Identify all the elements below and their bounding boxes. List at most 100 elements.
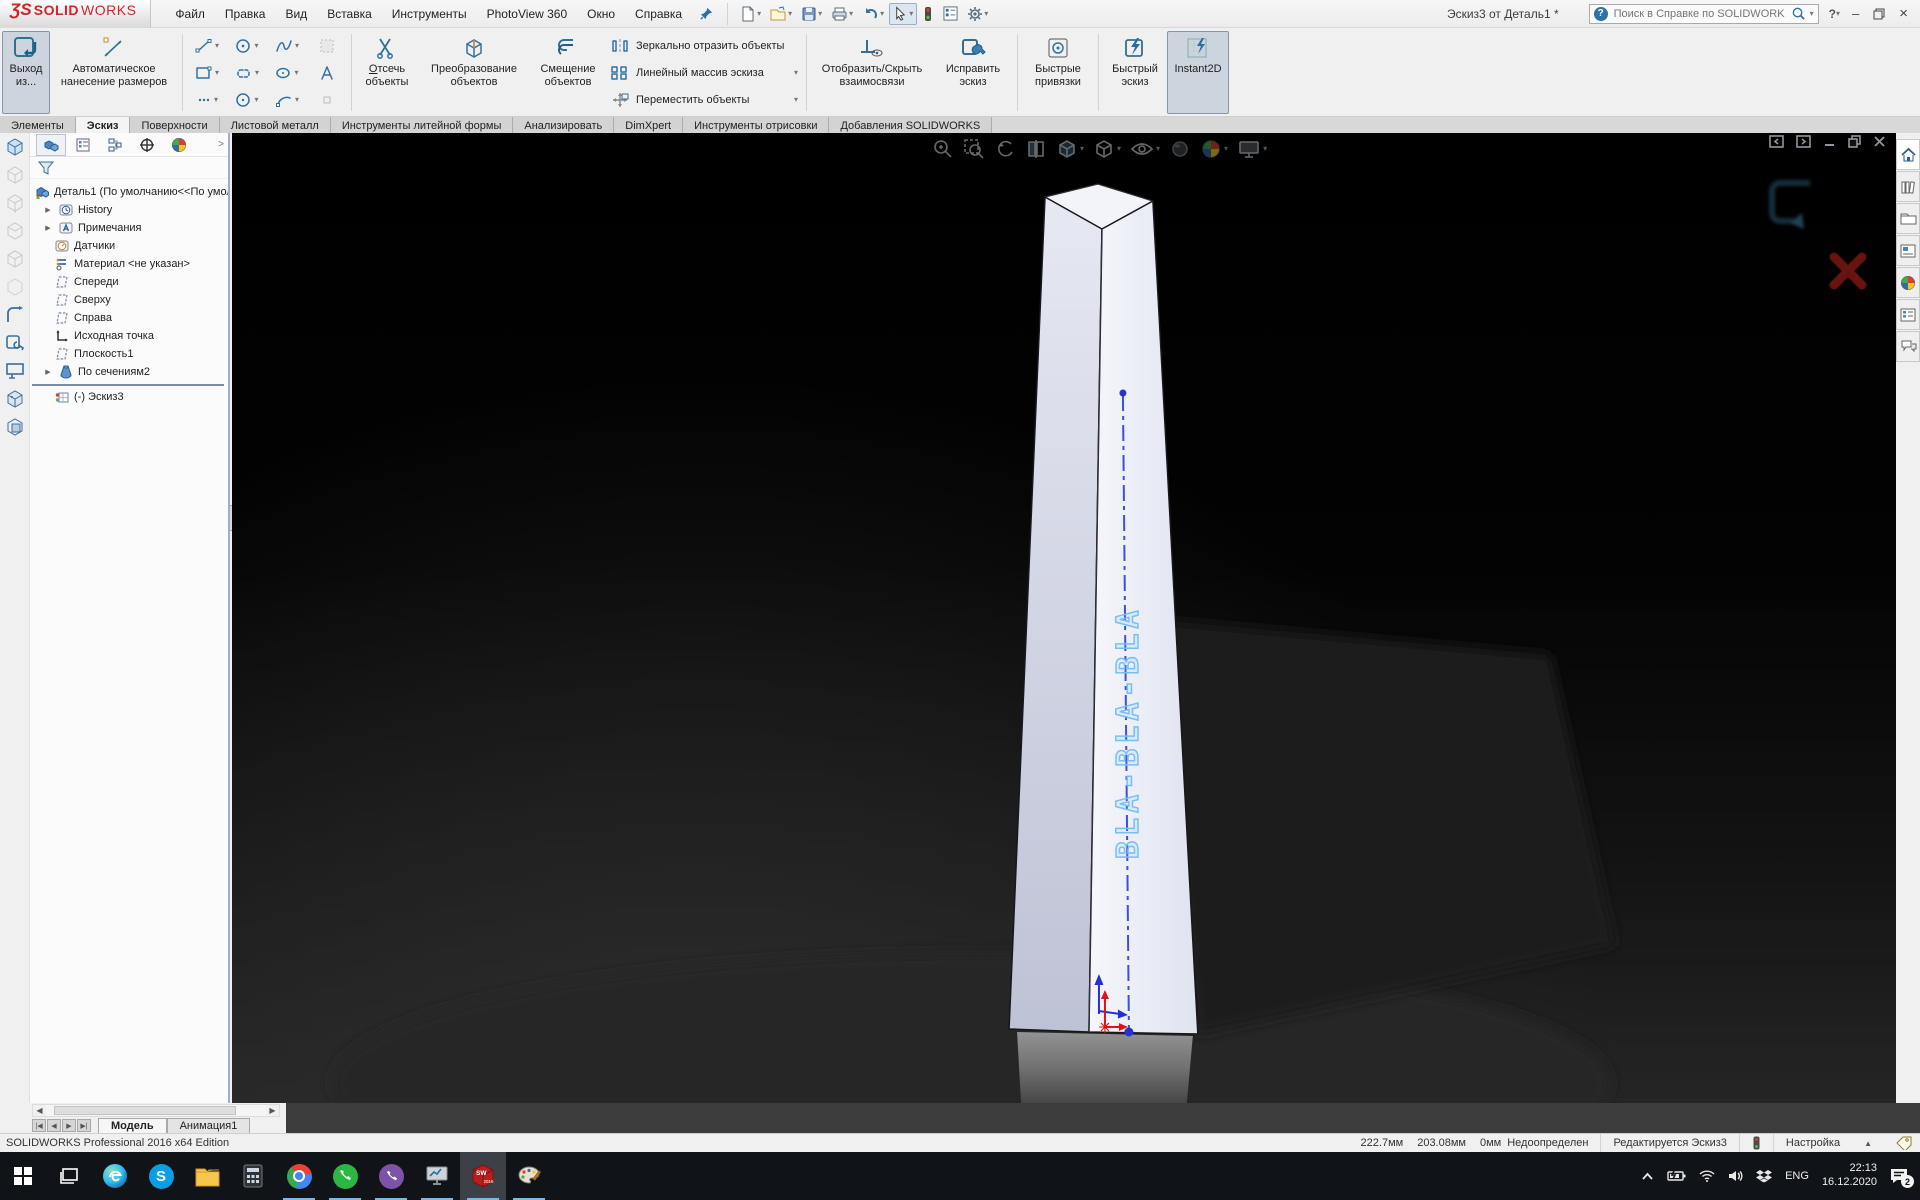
action-center-button[interactable]: 2 [1890, 1168, 1908, 1184]
arc-tool-button[interactable]: ▾ [267, 86, 307, 113]
expand-arrow-icon[interactable]: ▶ [42, 206, 54, 214]
rebuild-button[interactable] [918, 3, 938, 25]
exit-sketch-confirm-icon[interactable] [1758, 171, 1828, 241]
search-icon[interactable] [1791, 6, 1806, 21]
select-tool-button[interactable]: ▾ [889, 3, 917, 25]
rollback-bar[interactable] [32, 384, 224, 386]
animation-tab[interactable]: Анимация1 [167, 1118, 251, 1133]
paint-icon[interactable] [506, 1152, 552, 1200]
doc-minimize-icon[interactable] [1823, 135, 1836, 148]
menu-edit[interactable]: Правка [215, 2, 276, 26]
pane-left-icon[interactable] [1769, 135, 1784, 148]
volume-icon[interactable] [1728, 1170, 1743, 1182]
tree-item-sketch3[interactable]: (-) Эскиз3 [30, 388, 228, 406]
doc-restore-icon[interactable] [1848, 135, 1861, 148]
calculator-icon[interactable] [230, 1152, 276, 1200]
tag-icon[interactable] [1884, 1134, 1920, 1152]
nav-next-button[interactable]: ▶ [62, 1119, 76, 1132]
forum-icon[interactable] [1896, 331, 1920, 362]
tab-features[interactable]: Элементы [0, 117, 76, 133]
circle-tool-button[interactable]: ▾ [227, 32, 267, 59]
featuremanager-tab[interactable] [36, 134, 66, 156]
help-button[interactable]: ? [1829, 7, 1836, 21]
rectangle-tool-button[interactable]: ▾ [187, 59, 227, 86]
model-tab[interactable]: Модель [98, 1118, 167, 1133]
file-explorer-taskbar-icon[interactable] [184, 1152, 230, 1200]
expand-arrow-icon[interactable]: ▶ [42, 368, 54, 376]
wifi-icon[interactable] [1699, 1170, 1715, 1182]
ellipse-tool-button[interactable]: ▾ [267, 59, 307, 86]
section-cube-icon[interactable] [5, 417, 25, 437]
tree-item-loft[interactable]: ▶ По сечениям2 [30, 363, 228, 381]
expand-arrow-icon[interactable]: ▶ [42, 224, 54, 232]
linear-pattern-button[interactable]: Линейный массив эскиза ▾ [606, 59, 802, 86]
point-tool-button[interactable]: ▾ [187, 86, 227, 113]
custom-properties-icon[interactable] [1896, 299, 1920, 330]
sketch-text[interactable]: BLA-BLA-BLA [1111, 605, 1146, 859]
displaymanager-tab[interactable] [164, 134, 194, 156]
whatsapp-icon[interactable] [322, 1152, 368, 1200]
wireframe-cube-icon[interactable] [5, 249, 25, 269]
task-view-button[interactable] [46, 1152, 92, 1200]
tree-item-top-plane[interactable]: Сверху [30, 291, 228, 309]
zoom-to-fit-icon[interactable] [932, 138, 954, 160]
scroll-right-icon[interactable]: ▶ [266, 1106, 279, 1115]
tab-sketch-ink[interactable]: Инструменты отрисовки [683, 117, 829, 133]
dimxpertmanager-tab[interactable] [132, 134, 162, 156]
menu-window[interactable]: Окно [577, 2, 625, 26]
tree-root-part[interactable]: Деталь1 (По умолчанию<<По умолчан [30, 183, 228, 201]
3d-scene-canvas[interactable]: BLA-BLA-BLA [232, 133, 1896, 1103]
cancel-sketch-icon[interactable] [1828, 251, 1868, 291]
tab-surfaces[interactable]: Поверхности [130, 117, 219, 133]
exit-sketch-button[interactable]: Выход из... [2, 31, 50, 114]
textured-cube-icon[interactable] [5, 389, 25, 409]
view-settings-icon[interactable]: ▾ [1237, 138, 1267, 160]
quick-snaps-button[interactable]: Быстрые привязки [1022, 31, 1094, 114]
scrollbar-track[interactable] [46, 1105, 266, 1116]
menu-file[interactable]: Файл [165, 2, 215, 26]
tree-item-material[interactable]: Материал <не указан> [30, 255, 228, 273]
hide-show-items-icon[interactable]: ▾ [1130, 138, 1160, 160]
language-indicator[interactable]: ENG [1785, 1170, 1809, 1182]
tab-mold-tools[interactable]: Инструменты литейной формы [331, 117, 514, 133]
previous-view-icon[interactable] [994, 138, 1016, 160]
print-button[interactable]: ▾ [827, 3, 857, 25]
pin-menu-icon[interactable] [700, 7, 713, 20]
scrollbar-thumb[interactable] [54, 1106, 236, 1115]
slot-tool-button[interactable]: ▾ [227, 59, 267, 86]
zoom-to-area-icon[interactable] [963, 138, 985, 160]
tab-evaluate[interactable]: Анализировать [513, 117, 614, 133]
chrome-icon[interactable] [276, 1152, 322, 1200]
menu-tools[interactable]: Инструменты [382, 2, 477, 26]
edit-appearance-icon[interactable] [1169, 138, 1191, 160]
section-view-icon[interactable] [1025, 138, 1047, 160]
customize-statusbar[interactable]: Настройка ▲ [1774, 1134, 1884, 1152]
pane-right-icon[interactable] [1796, 135, 1811, 148]
wireframe-cube-icon[interactable] [5, 165, 25, 185]
menu-help[interactable]: Справка [625, 2, 692, 26]
trim-entities-button[interactable]: ООтсечь объектытсечь объекты [356, 31, 418, 114]
menu-insert[interactable]: Вставка [317, 2, 382, 26]
close-button[interactable]: × [1899, 5, 1908, 22]
tree-item-plane1[interactable]: Плоскость1 [30, 345, 228, 363]
view-orientation-icon[interactable]: ▾ [1056, 138, 1084, 160]
filter-funnel-icon[interactable] [38, 161, 54, 175]
panel-expand-icon[interactable]: > [218, 139, 224, 150]
display-style-icon[interactable]: ▾ [1093, 138, 1121, 160]
apply-scene-icon[interactable]: ▾ [1200, 138, 1228, 160]
centerpoint-arc-tool-button[interactable]: ▾ [227, 86, 267, 113]
solidworks-taskbar-icon[interactable]: SW2016 [460, 1152, 506, 1200]
mirror-entities-button[interactable]: Зеркально отразить объекты [606, 32, 802, 59]
centerline-endpoint-bottom[interactable] [1124, 1028, 1133, 1037]
settings-gear-icon[interactable]: ▾ [963, 3, 992, 25]
tree-item-sensors[interactable]: Датчики [30, 237, 228, 255]
appearances-icon[interactable] [1896, 267, 1920, 298]
wireframe-cube-icon[interactable] [5, 193, 25, 213]
tree-item-front-plane[interactable]: Спереди [30, 273, 228, 291]
tree-item-annotations[interactable]: ▶ Примечания [30, 219, 228, 237]
menu-photoview[interactable]: PhotoView 360 [477, 2, 578, 26]
sketch-repair-icon[interactable] [5, 333, 25, 353]
tree-item-right-plane[interactable]: Справа [30, 309, 228, 327]
graphics-viewport[interactable]: BLA-BLA-BLA [232, 133, 1896, 1103]
nav-first-button[interactable]: |◀ [32, 1119, 46, 1132]
